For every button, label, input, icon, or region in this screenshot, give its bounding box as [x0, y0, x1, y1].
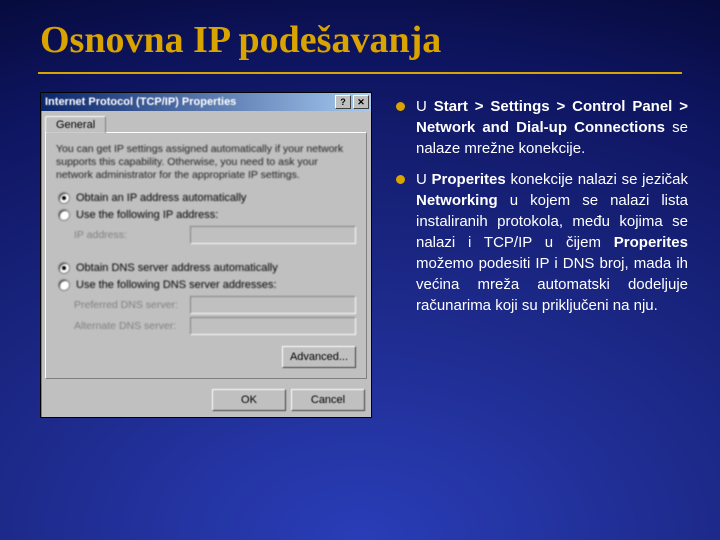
- radio-use-ip[interactable]: Use the following IP address:: [58, 209, 356, 221]
- radio-label: Use the following IP address:: [76, 209, 218, 221]
- preferred-dns-input[interactable]: [190, 296, 356, 314]
- ip-address-label: IP address:: [74, 229, 184, 241]
- cancel-button[interactable]: Cancel: [291, 389, 365, 411]
- radio-icon: [58, 279, 70, 291]
- dialog-button-row: OK Cancel: [41, 383, 371, 417]
- ok-button[interactable]: OK: [212, 389, 286, 411]
- alternate-dns-input[interactable]: [190, 317, 356, 335]
- radio-icon: [58, 192, 70, 204]
- ip-address-row: IP address:: [74, 226, 356, 244]
- radio-obtain-dns[interactable]: Obtain DNS server address automatically: [58, 262, 356, 274]
- advanced-button[interactable]: Advanced...: [282, 346, 356, 368]
- tab-general[interactable]: General: [45, 116, 106, 133]
- tab-page-general: You can get IP settings assigned automat…: [45, 132, 367, 379]
- radio-label: Use the following DNS server addresses:: [76, 279, 277, 291]
- bullet-item-2: U Properites konekcije nalazi se jezičak…: [394, 169, 688, 316]
- radio-icon: [58, 262, 70, 274]
- radio-label: Obtain an IP address automatically: [76, 192, 246, 204]
- close-icon[interactable]: ✕: [353, 95, 369, 109]
- dialog-title: Internet Protocol (TCP/IP) Properties: [45, 96, 333, 108]
- slide-title: Osnovna IP podešavanja: [0, 0, 720, 70]
- radio-icon: [58, 209, 70, 221]
- radio-use-dns[interactable]: Use the following DNS server addresses:: [58, 279, 356, 291]
- preferred-dns-label: Preferred DNS server:: [74, 299, 184, 311]
- radio-label: Obtain DNS server address automatically: [76, 262, 278, 274]
- preferred-dns-row: Preferred DNS server:: [74, 296, 356, 314]
- dialog-titlebar[interactable]: Internet Protocol (TCP/IP) Properties ? …: [41, 93, 371, 111]
- alternate-dns-row: Alternate DNS server:: [74, 317, 356, 335]
- tcpip-properties-dialog: Internet Protocol (TCP/IP) Properties ? …: [40, 92, 372, 418]
- ip-address-input[interactable]: [190, 226, 356, 244]
- radio-obtain-ip[interactable]: Obtain an IP address automatically: [58, 192, 356, 204]
- help-icon[interactable]: ?: [335, 95, 351, 109]
- dialog-description: You can get IP settings assigned automat…: [56, 143, 356, 182]
- advanced-row: Advanced...: [56, 338, 356, 370]
- tab-strip: General: [41, 111, 371, 132]
- alternate-dns-label: Alternate DNS server:: [74, 320, 184, 332]
- bullet-item-1: U Start > Settings > Control Panel > Net…: [394, 96, 688, 159]
- bullet-list: U Start > Settings > Control Panel > Net…: [394, 92, 688, 326]
